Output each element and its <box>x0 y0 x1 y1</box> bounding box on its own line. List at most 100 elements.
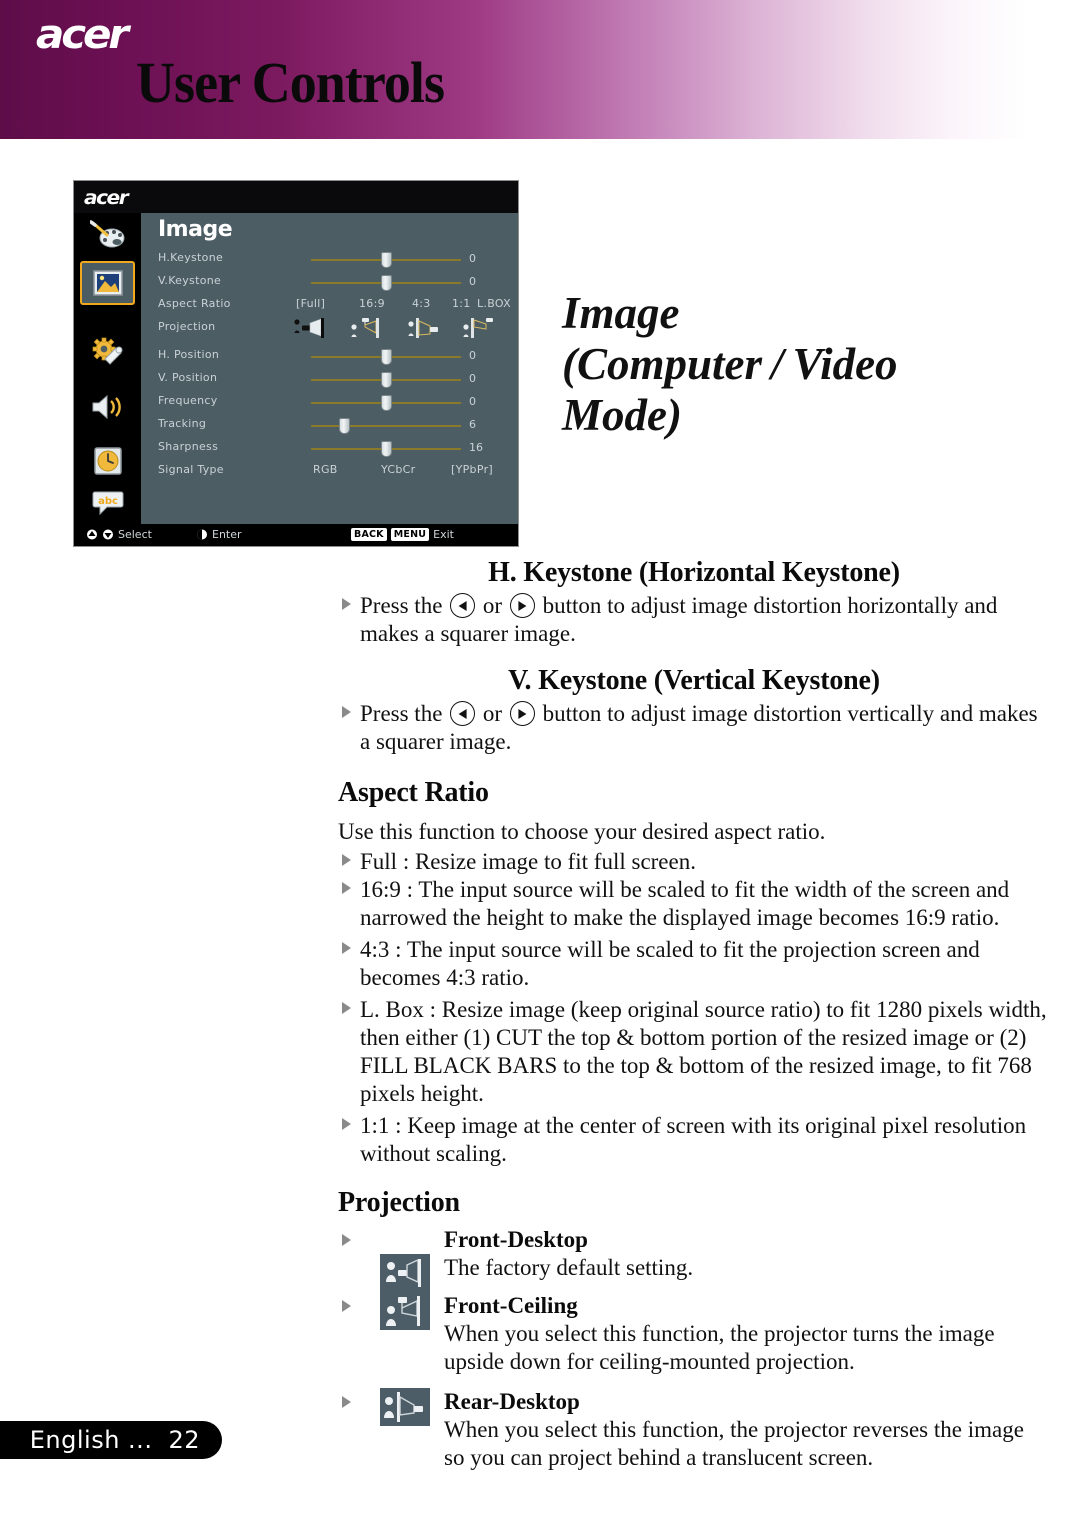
osd-slider-thumb[interactable] <box>381 275 392 291</box>
left-arrow-button-icon <box>450 701 476 726</box>
right-arrow-button-icon <box>509 701 535 726</box>
osd-row-value: 0 <box>469 252 476 265</box>
clock-icon <box>93 447 122 475</box>
osd-main-panel: Image H.Keystone 0 V.Keystone 0 Aspect R… <box>141 213 518 526</box>
aspect-text: The input source will be scaled to fit t… <box>360 877 1010 930</box>
speaker-icon <box>92 394 121 420</box>
aspect-ratio-intro: Use this function to choose your desired… <box>338 819 826 844</box>
osd-select-label: Select <box>118 528 152 541</box>
projection-desc: When you select this function, the proje… <box>444 1321 995 1374</box>
osd-slider-thumb[interactable] <box>381 395 392 411</box>
sidebar-item-color[interactable] <box>80 213 135 257</box>
bullet-triangle-icon <box>342 1002 351 1014</box>
osd-row-label: Signal Type <box>158 463 224 476</box>
osd-signal-option-ycbcr[interactable]: YCbCr <box>381 463 415 476</box>
osd-row-frequency[interactable]: Frequency 0 <box>141 391 518 414</box>
osd-slider-thumb[interactable] <box>381 441 392 457</box>
page-header-banner: acer User Controls <box>0 0 1080 139</box>
osd-row-h-position[interactable]: H. Position 0 <box>141 345 518 368</box>
osd-row-v-keystone[interactable]: V.Keystone 0 <box>141 271 518 294</box>
aspect-term: 4:3 : <box>360 937 402 962</box>
osd-row-sharpness[interactable]: Sharpness 16 <box>141 437 518 460</box>
heading-h-keystone: H. Keystone (Horizontal Keystone) <box>488 557 900 588</box>
aspect-text: The input source will be scaled to fit t… <box>360 937 980 990</box>
osd-select-hint: Select <box>86 528 152 541</box>
osd-sidebar: abc <box>74 213 141 526</box>
osd-aspect-option-4-3[interactable]: 4:3 <box>412 297 431 310</box>
aspect-text: Resize image (keep original source ratio… <box>360 997 1047 1106</box>
osd-aspect-option-1-1[interactable]: 1:1 <box>452 297 471 310</box>
osd-back-key[interactable]: BACK <box>351 528 387 541</box>
osd-slider-track[interactable] <box>311 372 461 388</box>
osd-row-value: 0 <box>469 349 476 362</box>
osd-row-aspect-ratio[interactable]: Aspect Ratio [Full] 16:9 4:3 1:1 L.BOX <box>141 294 518 317</box>
osd-menu-screenshot: acer abc Image H.Keystone 0 V.Keystone 0… <box>73 180 519 547</box>
aspect-item-lbox: L. Box : Resize image (keep original sou… <box>338 996 1050 1108</box>
osd-aspect-option-lbox[interactable]: L.BOX <box>477 297 511 310</box>
bullet-text-mid: or <box>482 701 503 726</box>
osd-signal-option-ypbpr[interactable]: [YPbPr] <box>451 463 493 476</box>
aspect-term: Full : <box>360 849 410 874</box>
bullet-text-mid: or <box>482 593 503 618</box>
osd-slider-track[interactable] <box>311 252 461 268</box>
footer-page-number: 22 <box>168 1426 200 1454</box>
osd-row-label: H.Keystone <box>158 251 224 264</box>
aspect-term: 1:1 : <box>360 1113 402 1138</box>
osd-slider-track[interactable] <box>311 441 461 457</box>
osd-bottom-bar: Select Enter BACK MENU Exit <box>74 524 518 546</box>
osd-row-value: 16 <box>469 441 483 454</box>
osd-slider-track[interactable] <box>311 395 461 411</box>
bullet-h-keystone: Press the or button to adjust image dist… <box>338 592 1050 648</box>
projection-item-front-desktop: Front-Desktop The factory default settin… <box>338 1226 1050 1292</box>
left-arrow-button-icon <box>450 593 476 618</box>
osd-projection-front-desktop[interactable] <box>293 316 329 340</box>
section-title-line1: Image <box>562 288 680 338</box>
osd-row-tracking[interactable]: Tracking 6 <box>141 414 518 437</box>
osd-aspect-option-full[interactable]: [Full] <box>296 297 325 310</box>
osd-row-label: H. Position <box>158 348 220 361</box>
bullet-v-keystone: Press the or button to adjust image dist… <box>338 700 1050 756</box>
bullet-triangle-icon <box>342 854 351 866</box>
osd-row-v-position[interactable]: V. Position 0 <box>141 368 518 391</box>
osd-projection-rear-ceiling[interactable] <box>462 316 498 340</box>
bullet-triangle-icon <box>342 882 351 894</box>
osd-row-label: Frequency <box>158 394 218 407</box>
projection-desc: When you select this function, the proje… <box>444 1417 1024 1470</box>
osd-row-value: 6 <box>469 418 476 431</box>
osd-slider-track[interactable] <box>311 349 461 365</box>
osd-aspect-option-16-9[interactable]: 16:9 <box>359 297 385 310</box>
arrow-up-circle-icon <box>87 529 97 540</box>
osd-acer-logo: acer <box>84 187 129 209</box>
osd-signal-option-rgb[interactable]: RGB <box>313 463 338 476</box>
osd-row-h-keystone[interactable]: H.Keystone 0 <box>141 248 518 271</box>
aspect-term: 16:9 : <box>360 877 414 902</box>
heading-aspect-ratio: Aspect Ratio <box>338 777 489 808</box>
sidebar-item-management[interactable] <box>80 331 135 375</box>
osd-projection-rear-desktop[interactable] <box>407 316 443 340</box>
osd-slider-thumb[interactable] <box>381 252 392 268</box>
osd-row-label: V.Keystone <box>158 274 222 287</box>
osd-projection-front-ceiling[interactable] <box>350 316 386 340</box>
osd-enter-hint: Enter <box>196 528 242 541</box>
osd-row-value: 0 <box>469 372 476 385</box>
osd-slider-track[interactable] <box>311 418 461 434</box>
osd-exit-label: Exit <box>433 528 454 541</box>
section-title-line2: (Computer / Video <box>562 339 898 389</box>
osd-slider-thumb[interactable] <box>381 372 392 388</box>
osd-menu-key[interactable]: MENU <box>390 528 430 541</box>
bullet-triangle-icon <box>342 1300 351 1312</box>
sidebar-item-audio[interactable] <box>80 385 135 429</box>
sidebar-item-image[interactable] <box>80 261 135 305</box>
osd-row-projection[interactable]: Projection <box>141 316 518 345</box>
footer-page-tab: English ... 22 <box>0 1421 222 1459</box>
right-arrow-button-icon <box>509 593 535 618</box>
projection-desc: The factory default setting. <box>444 1255 694 1280</box>
sidebar-item-language[interactable]: abc <box>80 481 135 525</box>
osd-row-signal-type[interactable]: Signal Type RGB YCbCr [YPbPr] <box>141 460 518 483</box>
sidebar-item-timer[interactable] <box>80 439 135 483</box>
osd-row-label: Aspect Ratio <box>158 297 231 310</box>
osd-slider-thumb[interactable] <box>381 349 392 365</box>
osd-slider-track[interactable] <box>311 275 461 291</box>
osd-slider-thumb[interactable] <box>339 418 350 434</box>
bullet-text-pre: Press the <box>360 701 443 726</box>
